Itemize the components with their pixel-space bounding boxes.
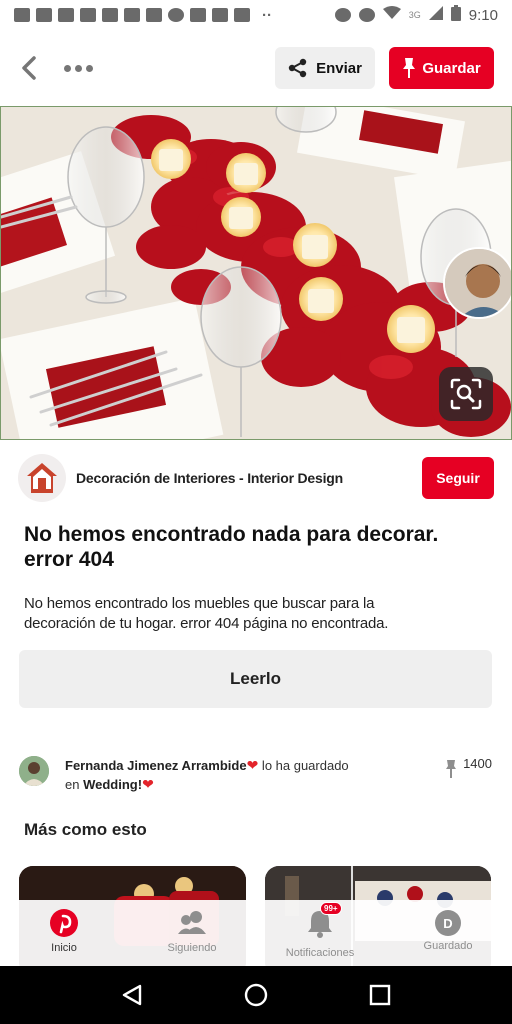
heart-icon: ❤ — [142, 776, 154, 792]
creator-row: Decoración de Interiores - Interior Desi… — [18, 454, 494, 502]
wifi-icon — [382, 6, 401, 24]
visual-search-icon — [450, 378, 482, 410]
saver-name[interactable]: Fernanda Jimenez Arrambide — [65, 758, 247, 773]
phone-icon — [168, 8, 184, 22]
map-icon — [212, 8, 228, 22]
back-button[interactable] — [18, 53, 40, 83]
news-icon — [14, 8, 30, 22]
android-recents-button[interactable] — [364, 979, 396, 1011]
android-navigation-bar — [0, 966, 512, 1024]
person-photo — [445, 249, 511, 317]
nav-home[interactable]: Inicio — [0, 900, 128, 966]
heart-icon: ❤ — [246, 757, 259, 773]
save-count: 1400 — [445, 756, 492, 796]
pin-title: No hemos encontrado nada para decorar. e… — [24, 523, 439, 571]
overflow-dots-icon: ·· — [262, 6, 272, 24]
youtube-icon — [124, 8, 140, 22]
saved-action: lo ha guardado — [258, 758, 349, 773]
nav-following[interactable]: Siguiendo — [128, 900, 256, 966]
pin-image[interactable] — [0, 106, 512, 440]
android-back-button[interactable] — [116, 979, 148, 1011]
fire-icon — [36, 8, 52, 22]
fire-icon — [80, 8, 96, 22]
alarm-icon — [358, 8, 375, 22]
more-like-this-heading: Más como esto — [24, 820, 147, 839]
profile-avatar: D — [435, 910, 461, 936]
video-pip-avatar[interactable] — [443, 247, 511, 319]
creator-avatar[interactable] — [18, 454, 66, 502]
status-right: 3G 9:10 — [334, 5, 498, 25]
triangle-back-icon — [122, 984, 142, 1006]
saved-by-text: Fernanda Jimenez Arrambide❤ lo ha guarda… — [65, 756, 385, 796]
house-logo-icon — [27, 463, 57, 493]
signal-icon — [428, 6, 443, 24]
chevron-left-icon — [22, 56, 36, 80]
creator-name[interactable]: Decoración de Interiores - Interior Desi… — [76, 470, 343, 486]
send-button[interactable]: Enviar — [275, 47, 375, 89]
pin-description: No hemos encontrado los muebles que busc… — [24, 595, 389, 632]
saved-in: en — [65, 777, 84, 792]
voicemail-icon — [190, 8, 206, 22]
status-bar: ·· 3G 9:10 — [0, 0, 512, 30]
pin-actions: Enviar Guardar — [275, 47, 494, 89]
pushpin-icon — [446, 760, 457, 778]
save-label: Guardar — [422, 59, 481, 77]
notifications-badge: 99+ — [320, 902, 342, 915]
calendar-icon — [102, 8, 118, 22]
android-home-button[interactable] — [240, 979, 272, 1011]
bottom-navigation: Inicio Siguiendo 99+ Notificaciones D Gu… — [0, 900, 512, 966]
nav-notifications[interactable]: 99+ Notificaciones — [256, 900, 384, 966]
saver-avatar[interactable] — [19, 756, 49, 786]
calendar-icon — [58, 8, 74, 22]
phone-settings-icon — [146, 8, 162, 22]
notification-icons: ·· — [14, 7, 272, 24]
table-setting-photo — [1, 107, 511, 439]
save-button[interactable]: Guardar — [389, 47, 494, 89]
nav-home-label: Inicio — [51, 942, 77, 954]
call-icon — [334, 8, 351, 22]
nav-saved[interactable]: D Guardado — [384, 900, 512, 966]
circle-home-icon — [244, 983, 268, 1007]
square-recents-icon — [369, 984, 391, 1006]
network-type: 3G — [408, 10, 421, 20]
save-count-value: 1400 — [463, 756, 492, 771]
saved-by-row: Fernanda Jimenez Arrambide❤ lo ha guarda… — [19, 756, 492, 796]
more-options-button[interactable] — [64, 64, 93, 72]
image-icon — [234, 8, 250, 22]
send-label: Enviar — [316, 59, 362, 77]
read-button[interactable]: Leerlo — [19, 650, 492, 708]
nav-following-label: Siguiendo — [167, 942, 217, 954]
nav-notifications-label: Notificaciones — [285, 947, 355, 959]
pushpin-icon — [403, 58, 416, 78]
share-icon — [288, 58, 307, 78]
battery-icon — [450, 5, 461, 25]
pin-top-bar: Enviar Guardar — [0, 38, 512, 98]
more-dots-icon — [64, 64, 71, 72]
pinterest-logo-icon — [50, 909, 78, 937]
nav-saved-label: Guardado — [423, 940, 473, 952]
visual-search-button[interactable] — [439, 367, 493, 421]
follow-button[interactable]: Seguir — [422, 457, 494, 499]
people-icon — [178, 911, 206, 934]
clock: 9:10 — [468, 6, 498, 24]
board-name[interactable]: Wedding! — [83, 777, 142, 792]
